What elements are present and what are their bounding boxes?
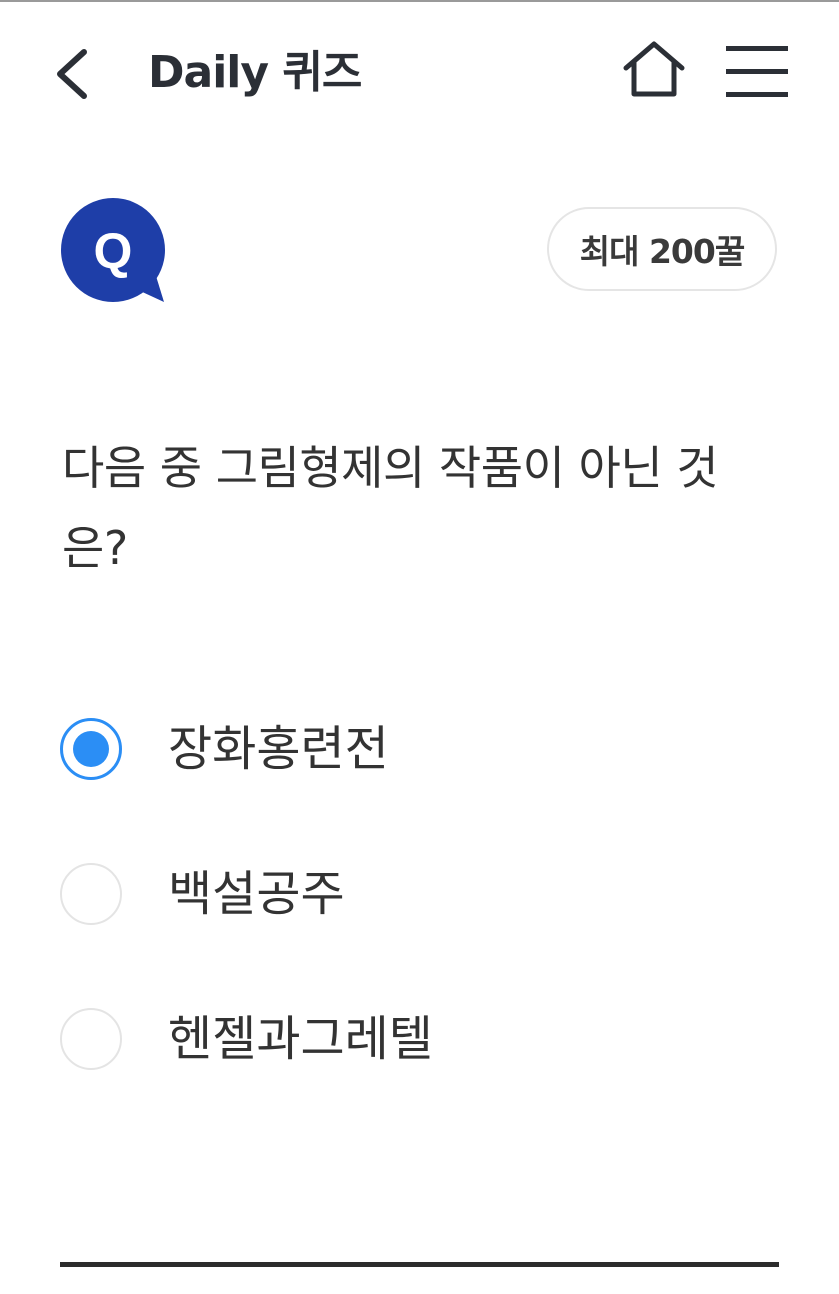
home-icon <box>623 41 685 97</box>
hamburger-menu-icon <box>726 46 788 97</box>
chevron-left-icon <box>57 49 87 99</box>
question-text: 다음 중 그림형제의 작품이 아닌 것은? <box>62 441 719 575</box>
app-header: Daily 퀴즈 <box>0 0 839 130</box>
home-button[interactable] <box>620 38 688 102</box>
answer-option-2[interactable]: 백설공주 <box>60 861 780 927</box>
radio-button-selected[interactable] <box>60 718 122 780</box>
question-badge: Q <box>60 198 166 304</box>
radio-button[interactable] <box>60 863 122 925</box>
bottom-divider <box>60 1262 779 1267</box>
menu-button[interactable] <box>724 44 790 100</box>
radio-button[interactable] <box>60 1008 122 1070</box>
page-title: Daily 퀴즈 <box>148 47 362 98</box>
answer-label: 백설공주 <box>168 866 345 922</box>
answer-label: 장화홍련전 <box>168 721 389 777</box>
answer-option-3[interactable]: 헨젤과그레텔 <box>60 1006 780 1072</box>
badge-letter: Q <box>94 223 133 279</box>
max-points-badge: 최대 200꿀 <box>547 207 777 291</box>
answer-option-1[interactable]: 장화홍련전 <box>60 716 780 782</box>
answer-label: 헨젤과그레텔 <box>168 1011 433 1067</box>
back-button[interactable] <box>48 40 100 104</box>
